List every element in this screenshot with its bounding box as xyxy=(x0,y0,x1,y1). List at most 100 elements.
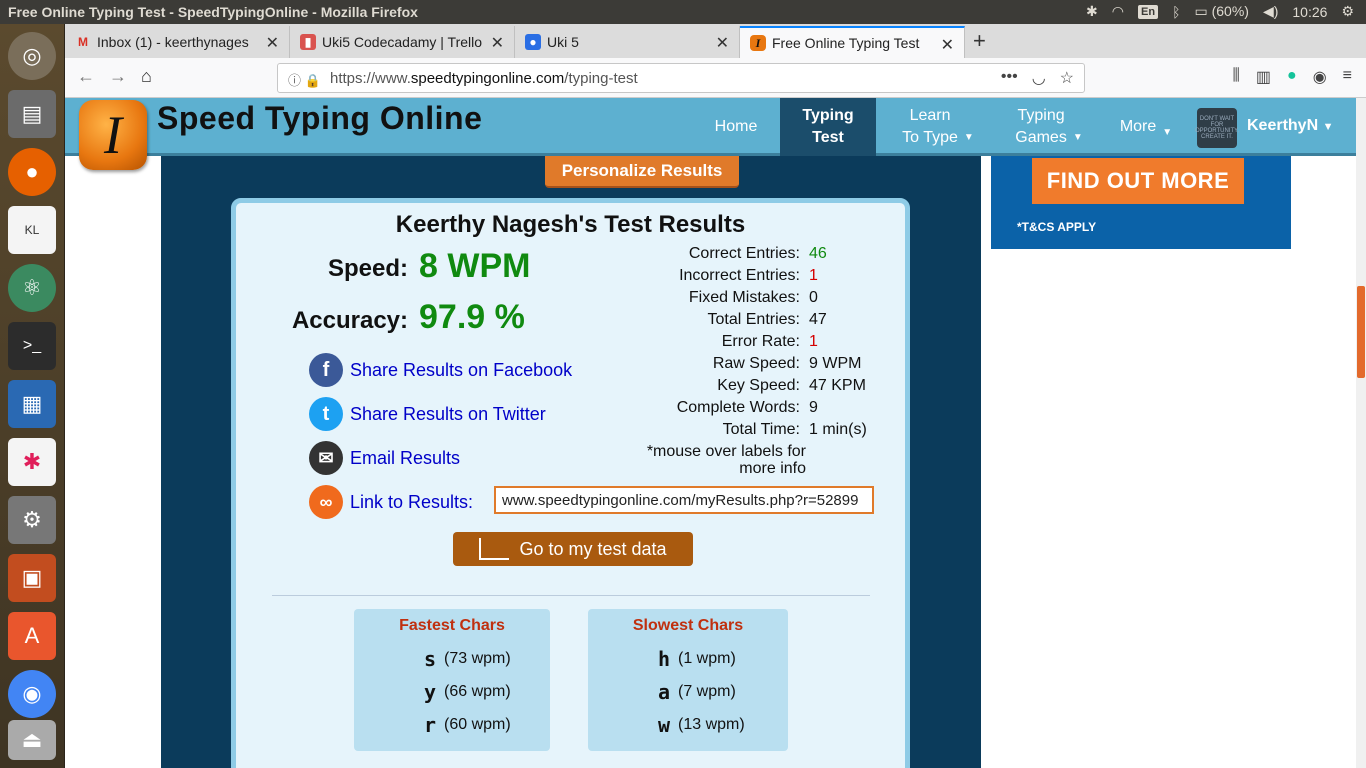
stat-label[interactable]: Raw Speed: xyxy=(713,355,800,373)
go-to-test-data-button[interactable]: Go to my test data xyxy=(453,532,693,566)
keyboard-language-indicator[interactable]: En xyxy=(1138,4,1159,19)
speed-label[interactable]: Speed: xyxy=(276,255,408,283)
terminal-icon[interactable]: >_ xyxy=(8,322,56,370)
chart-icon xyxy=(479,538,510,560)
chevron-down-icon: ▼ xyxy=(963,132,974,143)
stat-label[interactable]: Error Rate: xyxy=(722,333,800,351)
chevron-down-icon: ▼ xyxy=(1322,121,1334,133)
menu-icon[interactable]: ≡ xyxy=(1343,67,1352,87)
forward-icon[interactable]: → xyxy=(109,66,127,87)
email-icon: ✉ xyxy=(309,441,343,475)
stat-label[interactable]: Total Time: xyxy=(723,421,800,439)
stat-label[interactable]: Correct Entries: xyxy=(689,245,800,263)
browser-nav-bar: ← → ⌂ ⓘ 🔒 https://www.speedtypingonline.… xyxy=(65,58,1366,98)
account-icon[interactable]: ◉ xyxy=(1313,67,1327,87)
page-actions-icon[interactable]: ••• xyxy=(1001,68,1018,88)
find-out-more-button[interactable]: FIND OUT MORE xyxy=(1032,158,1244,204)
stat-label[interactable]: Total Entries: xyxy=(708,311,800,329)
email-results-link[interactable]: ✉ Email Results xyxy=(309,441,460,475)
software-center-icon[interactable]: A xyxy=(8,612,56,660)
nav-more[interactable]: More ▼ xyxy=(1113,98,1179,156)
sidebar-icon[interactable]: ▥ xyxy=(1256,67,1271,87)
tab-trello[interactable]: ▮ Uki5 Codecadamy | Trello ✕ xyxy=(290,26,515,58)
atom-icon[interactable]: ⚛ xyxy=(8,264,56,312)
slowest-chars-box: Slowest Chars h (1 wpm) a (7 wpm) w (13 wpm… xyxy=(588,609,788,751)
back-icon[interactable]: ← xyxy=(77,66,95,87)
facebook-icon: f xyxy=(309,353,343,387)
stat-row: Complete Words: 9 xyxy=(631,399,901,421)
list-item: h (1 wpm) xyxy=(657,647,736,671)
stat-label[interactable]: Incorrect Entries: xyxy=(679,267,800,285)
page-scrollbar[interactable] xyxy=(1356,98,1366,768)
close-tab-icon[interactable]: ✕ xyxy=(266,33,279,53)
tab-label: Free Online Typing Test xyxy=(772,35,920,51)
firefox-icon[interactable]: ● xyxy=(8,148,56,196)
bluetooth-icon[interactable]: ᛒ xyxy=(1172,4,1180,20)
avatar[interactable]: DON'T WAIT FOR OPPORTUNITY, CREATE IT. xyxy=(1195,108,1239,148)
user-menu[interactable]: KeerthyN ▼ xyxy=(1247,117,1333,135)
share-facebook-link[interactable]: f Share Results on Facebook xyxy=(309,353,572,387)
close-tab-icon[interactable]: ✕ xyxy=(716,33,729,53)
divider xyxy=(272,595,870,596)
stat-row: Error Rate: 1 xyxy=(631,333,901,355)
keyboard-app-icon[interactable]: KL xyxy=(8,206,56,254)
personalize-results-button[interactable]: Personalize Results xyxy=(545,156,739,188)
ubuntu-dash-icon[interactable]: ◎ xyxy=(8,32,56,80)
close-tab-icon[interactable]: ✕ xyxy=(491,33,504,53)
settings-gear-icon[interactable]: ⚙ xyxy=(1341,3,1354,20)
nav-typing-games[interactable]: Typing Games ▼ xyxy=(1009,98,1089,156)
writer-icon[interactable]: ▦ xyxy=(8,380,56,428)
tab-gmail[interactable]: M Inbox (1) - keerthynages ✕ xyxy=(65,26,290,58)
link-icon: ∞ xyxy=(309,485,343,519)
trello-icon: ▮ xyxy=(300,34,316,50)
grammarly-icon[interactable]: ● xyxy=(1287,67,1297,87)
results-link-input[interactable]: www.speedtypingonline.com/myResults.php?… xyxy=(494,486,874,514)
stat-label[interactable]: Key Speed: xyxy=(717,377,800,395)
bookmark-star-icon[interactable]: ☆ xyxy=(1060,68,1074,88)
system-top-bar: Free Online Typing Test - SpeedTypingOnl… xyxy=(0,0,1366,24)
tab-speedtyping[interactable]: I Free Online Typing Test ✕ xyxy=(740,26,965,58)
share-twitter-link[interactable]: t Share Results on Twitter xyxy=(309,397,546,431)
link-to-results-label[interactable]: ∞ Link to Results: xyxy=(309,485,473,519)
stat-label[interactable]: Fixed Mistakes: xyxy=(689,289,800,307)
stat-value: 1 xyxy=(809,267,818,284)
impress-icon[interactable]: ▣ xyxy=(8,554,56,602)
web-page: Speed Typing Online Home Typing Test Lear… xyxy=(65,98,1356,768)
system-settings-icon[interactable]: ⚙ xyxy=(8,496,56,544)
nav-home[interactable]: Home xyxy=(701,98,771,156)
volume-icon[interactable]: ◀) xyxy=(1263,3,1278,20)
browser-tab-bar: M Inbox (1) - keerthynages ✕ ▮ Uki5 Code… xyxy=(65,24,1366,58)
window-title: Free Online Typing Test - SpeedTypingOnl… xyxy=(8,4,418,20)
pocket-icon[interactable]: ◡ xyxy=(1032,68,1046,88)
home-icon[interactable]: ⌂ xyxy=(141,66,152,87)
results-panel: Keerthy Nagesh's Test Results Speed: 8 W… xyxy=(231,198,910,768)
nav-typing-test[interactable]: Typing Test xyxy=(780,98,876,156)
stat-label[interactable]: Complete Words: xyxy=(677,399,800,417)
close-tab-icon[interactable]: ✕ xyxy=(941,35,954,55)
slack-icon[interactable]: ✱ xyxy=(8,438,56,486)
files-icon[interactable]: ▤ xyxy=(8,90,56,138)
url-bar[interactable]: ⓘ 🔒 https://www.speedtypingonline.com/ty… xyxy=(277,63,1085,93)
slack-tray-icon[interactable]: ✱ xyxy=(1086,3,1098,20)
accuracy-label[interactable]: Accuracy: xyxy=(256,307,408,335)
wifi-icon[interactable]: ◠ xyxy=(1112,3,1124,20)
list-item: y (66 wpm) xyxy=(423,680,511,704)
usb-drive-icon[interactable]: ⏏ xyxy=(8,720,56,760)
site-logo[interactable]: I xyxy=(79,100,147,170)
tab-uki5[interactable]: ● Uki 5 ✕ xyxy=(515,26,740,58)
advertisement[interactable]: FIND OUT MORE *T&CS APPLY xyxy=(991,156,1291,249)
slowest-chars-title: Slowest Chars xyxy=(632,617,744,634)
list-item: s (73 wpm) xyxy=(423,647,511,671)
library-icon[interactable]: ⫼ xyxy=(1233,67,1240,87)
site-name[interactable]: Speed Typing Online xyxy=(157,100,482,137)
scrollbar-thumb[interactable] xyxy=(1357,286,1365,378)
chrome-icon[interactable]: ◉ xyxy=(8,670,56,718)
lock-icon[interactable]: ⓘ 🔒 xyxy=(288,70,321,89)
clock[interactable]: 10:26 xyxy=(1292,4,1327,20)
stat-value: 9 xyxy=(809,399,818,416)
speedtyping-icon: I xyxy=(750,35,766,51)
battery-indicator[interactable]: ▭ (60%) xyxy=(1194,3,1248,20)
new-tab-icon[interactable]: + xyxy=(973,28,986,54)
nav-learn-to-type[interactable]: Learn To Type ▼ xyxy=(893,98,983,156)
list-item: a (7 wpm) xyxy=(657,680,736,704)
